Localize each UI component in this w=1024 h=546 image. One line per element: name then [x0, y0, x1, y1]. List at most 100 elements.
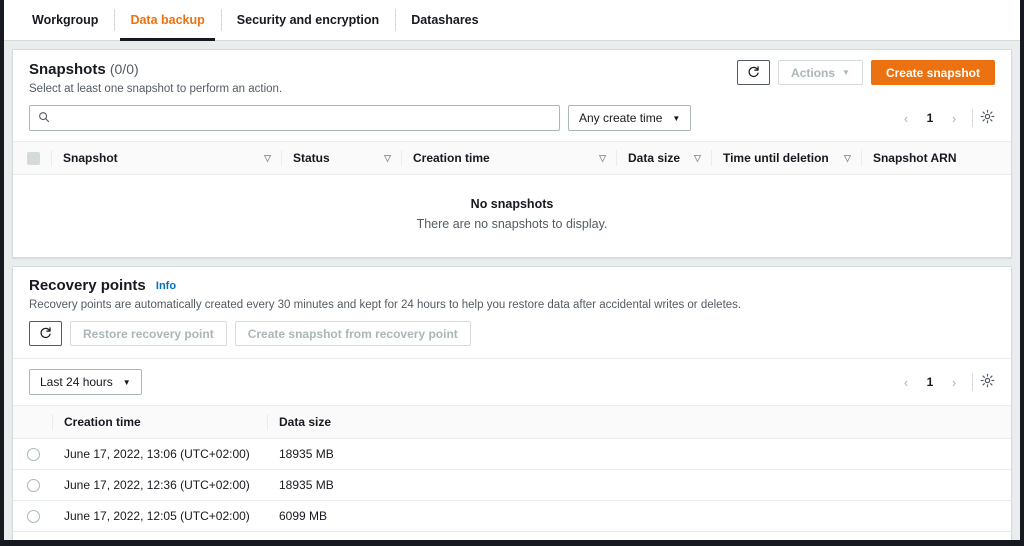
- tab-bar: Workgroup Data backup Security and encry…: [4, 0, 1020, 41]
- recovery-points-actions: Restore recovery point Create snapshot f…: [29, 321, 995, 346]
- table-row[interactable]: June 17, 2022, 13:06 (UTC+02:00)18935 MB: [13, 439, 1011, 470]
- create-snapshot-button[interactable]: Create snapshot: [871, 60, 995, 85]
- snapshots-pagination: ‹ 1 ›: [895, 107, 995, 129]
- snapshots-empty-state: No snapshots There are no snapshots to d…: [13, 175, 1011, 257]
- recovery-points-select-header: [13, 406, 52, 439]
- row-select-cell: [13, 470, 52, 501]
- recovery-points-table-head: Creation time Data size: [13, 406, 1011, 439]
- column-label: Status: [293, 151, 330, 165]
- snapshots-description: Select at least one snapshot to perform …: [29, 82, 282, 97]
- row-radio-button[interactable]: [27, 541, 40, 546]
- column-label: Creation time: [64, 415, 141, 429]
- empty-title: No snapshots: [13, 197, 1011, 211]
- previous-page-button[interactable]: ‹: [895, 107, 917, 129]
- column-header-snapshot[interactable]: Snapshot ▽: [51, 142, 281, 175]
- empty-subtitle: There are no snapshots to display.: [13, 217, 1011, 231]
- select-all-checkbox[interactable]: [27, 152, 40, 165]
- snapshots-table-head: Snapshot ▽ Status ▽ Crea: [13, 142, 1011, 175]
- column-header-snapshot-arn[interactable]: Snapshot ARN: [861, 142, 1011, 175]
- row-radio-button[interactable]: [27, 479, 40, 492]
- column-header-status[interactable]: Status ▽: [281, 142, 401, 175]
- cell-creation-time: June 17, 2022, 11:35 (UTC+02:00): [52, 532, 267, 546]
- create-snapshot-from-recovery-point-button[interactable]: Create snapshot from recovery point: [235, 321, 471, 346]
- recovery-points-table: Creation time Data size June 17, 2022, 1…: [13, 405, 1011, 546]
- recovery-points-table-body: June 17, 2022, 13:06 (UTC+02:00)18935 MB…: [13, 439, 1011, 546]
- tab-data-backup[interactable]: Data backup: [114, 0, 220, 40]
- time-range-select[interactable]: Last 24 hours ▼: [29, 369, 142, 395]
- sort-icon: ▽: [694, 153, 701, 164]
- table-row[interactable]: June 17, 2022, 12:05 (UTC+02:00)6099 MB: [13, 501, 1011, 532]
- search-icon: [38, 111, 50, 126]
- next-page-button[interactable]: ›: [943, 371, 965, 393]
- snapshots-card: Snapshots (0/0) Select at least one snap…: [12, 49, 1012, 258]
- snapshots-preferences-button[interactable]: [980, 109, 995, 127]
- column-header-data-size: Data size: [267, 406, 1011, 439]
- table-row[interactable]: June 17, 2022, 12:36 (UTC+02:00)18935 MB: [13, 470, 1011, 501]
- recovery-points-pagination: ‹ 1 ›: [895, 371, 995, 393]
- gear-icon: [980, 109, 995, 127]
- recovery-points-header-row: Creation time Data size: [13, 406, 1011, 439]
- page-number[interactable]: 1: [919, 107, 941, 129]
- snapshots-filter-row: Any create time ▼ ‹ 1 ›: [13, 105, 1011, 141]
- sort-icon: ▽: [264, 153, 271, 164]
- tab-label: Data backup: [130, 13, 204, 27]
- pagination-divider: [972, 109, 973, 127]
- recovery-points-description: Recovery points are automatically create…: [29, 298, 741, 313]
- table-row[interactable]: June 17, 2022, 11:35 (UTC+02:00)209 MB: [13, 532, 1011, 546]
- refresh-snapshots-button[interactable]: [737, 60, 770, 85]
- column-label: Data size: [279, 415, 331, 429]
- cell-data-size: 18935 MB: [267, 470, 1011, 501]
- time-range-label: Last 24 hours: [40, 375, 113, 389]
- actions-dropdown-button[interactable]: Actions ▼: [778, 60, 863, 85]
- snapshots-title: Snapshots (0/0): [29, 60, 282, 79]
- previous-page-button[interactable]: ‹: [895, 371, 917, 393]
- create-time-filter-label: Any create time: [579, 111, 662, 125]
- column-header-creation-time: Creation time: [52, 406, 267, 439]
- search-box[interactable]: [29, 105, 560, 131]
- row-radio-button[interactable]: [27, 448, 40, 461]
- info-link[interactable]: Info: [156, 280, 176, 292]
- column-header-time-until-deletion[interactable]: Time until deletion ▽: [711, 142, 861, 175]
- tab-datashares[interactable]: Datashares: [395, 0, 494, 40]
- tab-workgroup[interactable]: Workgroup: [16, 0, 114, 40]
- column-label: Snapshot ARN: [873, 151, 957, 165]
- snapshots-count: (0/0): [110, 61, 139, 77]
- recovery-points-preferences-button[interactable]: [980, 373, 995, 391]
- column-header-creation-time[interactable]: Creation time ▽: [401, 142, 616, 175]
- cell-creation-time: June 17, 2022, 12:36 (UTC+02:00): [52, 470, 267, 501]
- create-snapshot-from-rp-label: Create snapshot from recovery point: [248, 327, 458, 341]
- actions-label: Actions: [791, 66, 835, 80]
- refresh-icon: [747, 65, 760, 81]
- cell-data-size: 6099 MB: [267, 501, 1011, 532]
- pagination-divider: [972, 373, 973, 391]
- refresh-recovery-points-button[interactable]: [29, 321, 62, 346]
- search-input[interactable]: [56, 106, 551, 130]
- page-root: Workgroup Data backup Security and encry…: [0, 0, 1024, 546]
- recovery-points-card: Recovery points Info Recovery points are…: [12, 266, 1012, 546]
- sort-icon: ▽: [844, 153, 851, 164]
- chevron-down-icon: ▼: [672, 114, 680, 123]
- recovery-points-header: Recovery points Info Recovery points are…: [13, 267, 1011, 321]
- row-radio-button[interactable]: [27, 510, 40, 523]
- cell-creation-time: June 17, 2022, 12:05 (UTC+02:00): [52, 501, 267, 532]
- tab-security-and-encryption[interactable]: Security and encryption: [221, 0, 395, 40]
- column-header-data-size[interactable]: Data size ▽: [616, 142, 711, 175]
- snapshots-header: Snapshots (0/0) Select at least one snap…: [13, 50, 1011, 105]
- refresh-icon: [39, 326, 52, 342]
- snapshots-title-text: Snapshots: [29, 61, 106, 78]
- row-select-cell: [13, 532, 52, 546]
- tab-label: Security and encryption: [237, 13, 379, 27]
- restore-recovery-point-button[interactable]: Restore recovery point: [70, 321, 227, 346]
- snapshots-header-row: Snapshot ▽ Status ▽ Crea: [13, 142, 1011, 175]
- snapshots-heading-block: Snapshots (0/0) Select at least one snap…: [29, 60, 282, 97]
- column-label: Creation time: [413, 151, 490, 165]
- cell-data-size: 209 MB: [267, 532, 1011, 546]
- cell-data-size: 18935 MB: [267, 439, 1011, 470]
- page-number[interactable]: 1: [919, 371, 941, 393]
- column-label: Snapshot: [63, 151, 118, 165]
- tab-label: Datashares: [411, 13, 478, 27]
- create-time-filter-select[interactable]: Any create time ▼: [568, 105, 691, 131]
- next-page-button[interactable]: ›: [943, 107, 965, 129]
- snapshots-table: Snapshot ▽ Status ▽ Crea: [13, 141, 1011, 175]
- cell-creation-time: June 17, 2022, 13:06 (UTC+02:00): [52, 439, 267, 470]
